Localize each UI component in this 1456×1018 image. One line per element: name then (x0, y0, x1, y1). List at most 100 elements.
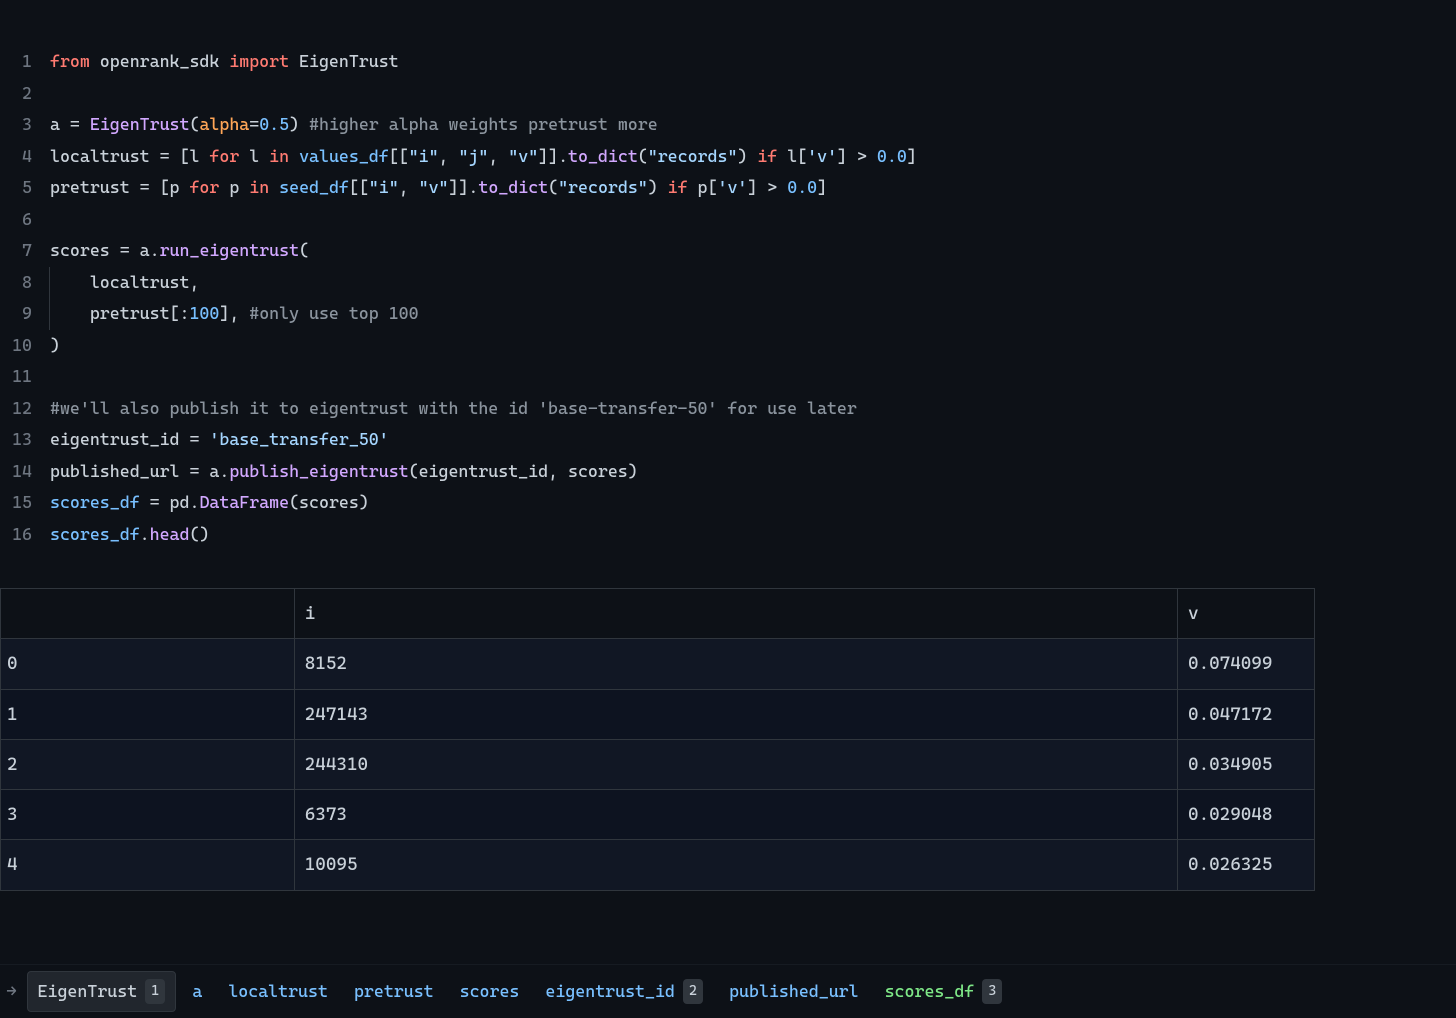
line-number: 2 (0, 78, 32, 110)
token-str: "v" (419, 177, 449, 197)
code-line[interactable] (50, 361, 1456, 393)
variable-chip-pretrust[interactable]: pretrust (344, 972, 444, 1011)
line-number: 13 (0, 424, 32, 456)
token-str: 'v' (717, 177, 747, 197)
code-line[interactable]: from openrank_sdk import EigenTrust (50, 46, 1456, 78)
token-var: a. (130, 240, 160, 260)
token-builtin: seed_df (279, 177, 349, 197)
variable-chip-eigentrust_id[interactable]: eigentrust_id2 (535, 972, 713, 1011)
code-line[interactable]: scores_df.head() (50, 519, 1456, 551)
cell-v: 0.034905 (1178, 739, 1315, 789)
line-number: 8 (0, 267, 32, 299)
line-number: 11 (0, 361, 32, 393)
token-op: , (189, 272, 199, 292)
code-line[interactable]: published_url = a.publish_eigentrust(eig… (50, 456, 1456, 488)
dataframe-output: i v 081520.07409912471430.04717222443100… (0, 588, 1315, 891)
token-op: , (229, 303, 249, 323)
table-row: 12471430.047172 (1, 689, 1315, 739)
token-num: 0.5 (259, 114, 289, 134)
token-var: ] (747, 177, 767, 197)
token-builtin: scores_df (50, 492, 140, 512)
chip-badge: 2 (683, 979, 703, 1005)
token-kw: for (189, 177, 219, 197)
code-line[interactable]: localtrust, (50, 267, 1456, 299)
token-str: "i" (409, 146, 439, 166)
cell-idx: 1 (1, 689, 295, 739)
token-kw: for (209, 146, 239, 166)
token-var: [l (170, 146, 210, 166)
token-var: scores (50, 240, 120, 260)
token-str: 'v' (807, 146, 837, 166)
token-op: > (767, 177, 777, 197)
token-var: p[ (688, 177, 718, 197)
chip-label: a (192, 976, 202, 1007)
table-row: 4100950.026325 (1, 840, 1315, 890)
code-line[interactable]: #we'll also publish it to eigentrust wit… (50, 393, 1456, 425)
arrow-icon: → (6, 975, 17, 1008)
line-number: 4 (0, 141, 32, 173)
chip-label: scores (460, 976, 520, 1007)
code-line[interactable]: scores = a.run_eigentrust( (50, 235, 1456, 267)
output-table-wrap: i v 081520.07409912471430.04717222443100… (0, 588, 1315, 891)
code-content[interactable]: from openrank_sdk import EigenTrust a = E… (50, 46, 1456, 550)
variable-chip-scores_df[interactable]: scores_df3 (875, 972, 1013, 1011)
cell-idx: 0 (1, 639, 295, 689)
token-op: ( (638, 146, 648, 166)
header-i: i (294, 589, 1177, 639)
cell-i: 8152 (294, 639, 1177, 689)
token-op: ]]. (538, 146, 568, 166)
token-var: localtrust (50, 146, 160, 166)
token-op: = (140, 177, 150, 197)
token-var: l (239, 146, 269, 166)
header-index (1, 589, 295, 639)
token-var: ] (837, 146, 857, 166)
code-line[interactable]: localtrust = [l for l in values_df[["i",… (50, 141, 1456, 173)
token-str: 'base_transfer_50' (209, 429, 388, 449)
variable-chip-scores[interactable]: scores (450, 972, 530, 1011)
line-number: 16 (0, 519, 32, 551)
token-kw: if (668, 177, 688, 197)
token-fn: head (150, 524, 190, 544)
code-line[interactable] (50, 78, 1456, 110)
token-var: eigentrust_id (50, 429, 189, 449)
line-number: 10 (0, 330, 32, 362)
token-op: = (189, 461, 199, 481)
variable-chip-eigentrust[interactable]: EigenTrust1 (27, 971, 177, 1012)
line-number: 7 (0, 235, 32, 267)
cell-i: 10095 (294, 840, 1177, 890)
token-op: ]]. (449, 177, 479, 197)
token-fn: publish_eigentrust (229, 461, 408, 481)
token-fn: to_dict (478, 177, 548, 197)
token-op: [[ (349, 177, 369, 197)
token-op: ) (737, 146, 757, 166)
token-var: EigenTrust (289, 51, 399, 71)
table-row: 081520.074099 (1, 639, 1315, 689)
code-editor[interactable]: 12345678910111213141516 from openrank_sd… (0, 0, 1456, 550)
code-line[interactable]: eigentrust_id = 'base_transfer_50' (50, 424, 1456, 456)
cell-v: 0.026325 (1178, 840, 1315, 890)
token-op: [[ (389, 146, 409, 166)
code-line[interactable]: a = EigenTrust(alpha=0.5) #higher alpha … (50, 109, 1456, 141)
token-fn: EigenTrust (90, 114, 190, 134)
token-var: [p (150, 177, 190, 197)
variable-chip-a[interactable]: a (182, 972, 212, 1011)
indent-guide (49, 298, 50, 330)
chip-label: scores_df (885, 976, 975, 1007)
code-line[interactable]: scores_df = pd.DataFrame(scores) (50, 487, 1456, 519)
token-op: = (150, 492, 160, 512)
token-var (867, 146, 877, 166)
cell-idx: 3 (1, 790, 295, 840)
variable-chip-localtrust[interactable]: localtrust (218, 972, 338, 1011)
code-line[interactable] (50, 204, 1456, 236)
line-number: 12 (0, 393, 32, 425)
code-line[interactable]: ) (50, 330, 1456, 362)
chip-label: published_url (729, 976, 859, 1007)
code-line[interactable]: pretrust = [p for p in seed_df[["i", "v"… (50, 172, 1456, 204)
token-op: (eigentrust_id, scores) (409, 461, 638, 481)
token-param: alpha (199, 114, 249, 134)
token-fn: run_eigentrust (160, 240, 299, 260)
token-str: "v" (508, 146, 538, 166)
variable-chip-published_url[interactable]: published_url (719, 972, 869, 1011)
token-num: 0.0 (787, 177, 817, 197)
code-line[interactable]: pretrust[:100], #only use top 100 (50, 298, 1456, 330)
